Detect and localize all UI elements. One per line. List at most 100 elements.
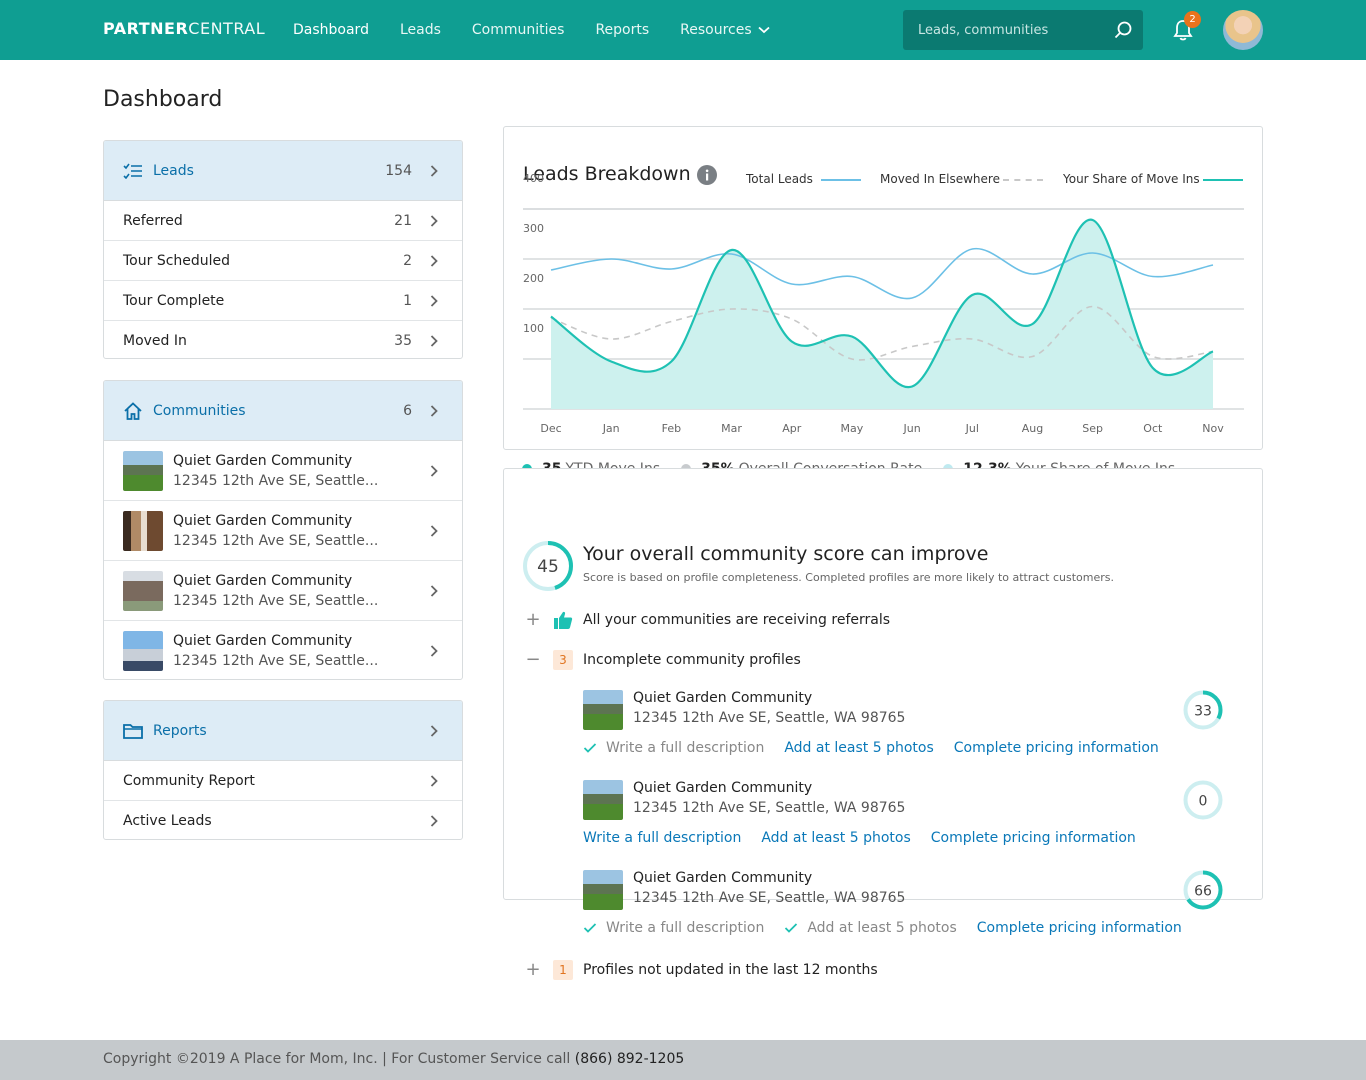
footer: Copyright ©2019 A Place for Mom, Inc. | … (0, 1040, 1366, 1080)
chevron-right-icon (430, 774, 438, 787)
task-link[interactable]: Complete pricing information (977, 920, 1182, 936)
community-photo (583, 780, 623, 820)
overall-score-value: 45 (537, 557, 559, 577)
x-tick-label: Nov (1202, 422, 1224, 435)
search-box (903, 10, 1143, 50)
x-tick-label: Oct (1143, 422, 1163, 435)
nav-resources[interactable]: Resources (680, 22, 770, 38)
score-title: Your overall community score can improve (583, 543, 989, 565)
profile-score-ring: 33 (1183, 690, 1223, 730)
y-tick-label: 300 (523, 222, 544, 235)
leads-row-tour-complete[interactable]: Tour Complete 1 (104, 281, 462, 321)
task-link[interactable]: Complete pricing information (931, 830, 1136, 846)
check-incomplete-profiles: − 3 Incomplete community profiles (522, 649, 800, 670)
leads-breakdown-panel: Leads Breakdown Total Leads Moved In Els… (503, 126, 1263, 450)
nav-links: Dashboard Leads Communities Reports Reso… (293, 0, 801, 60)
leads-row-referred[interactable]: Referred 21 (104, 201, 462, 241)
nav-reports[interactable]: Reports (595, 22, 649, 38)
x-tick-label: Aug (1022, 422, 1043, 435)
community-name: Quiet Garden Community (173, 572, 353, 589)
expand-plus-icon[interactable]: + (522, 609, 544, 630)
x-tick-label: Sep (1082, 422, 1103, 435)
x-tick-label: Dec (540, 422, 561, 435)
chevron-right-icon (430, 404, 438, 417)
community-photo (123, 570, 163, 611)
community-name: Quiet Garden Community (173, 512, 353, 529)
task-link[interactable]: Complete pricing information (954, 740, 1159, 756)
leads-row-moved-in[interactable]: Moved In 35 (104, 321, 462, 358)
community-address: 12345 12th Ave SE, Seattle... (173, 592, 379, 609)
collapse-minus-icon[interactable]: − (522, 649, 544, 670)
profile-score-ring: 66 (1183, 870, 1223, 910)
task-link[interactable]: Add at least 5 photos (784, 740, 933, 756)
community-photo (123, 631, 163, 671)
profile-tasks: Write a full description Add at least 5 … (583, 920, 1202, 936)
community-photo (583, 690, 623, 730)
customer-service-phone[interactable]: (866) 892-1205 (575, 1051, 685, 1067)
task-done: Add at least 5 photos (784, 920, 957, 936)
x-tick-label: Mar (721, 422, 742, 435)
leads-card-header[interactable]: Leads 154 (104, 141, 462, 201)
row-count: 1 (403, 292, 412, 309)
community-item[interactable]: Quiet Garden Community 12345 12th Ave SE,… (104, 441, 462, 501)
home-icon (124, 401, 142, 420)
row-label: Tour Scheduled (123, 252, 231, 269)
community-photo (123, 450, 163, 491)
chevron-right-icon (430, 464, 438, 477)
row-label: Community Report (123, 772, 255, 789)
search-input[interactable] (903, 10, 1103, 50)
nav-dashboard[interactable]: Dashboard (293, 22, 369, 38)
community-photo (123, 510, 163, 551)
profile-score-ring: 0 (1183, 780, 1223, 820)
communities-count: 6 (403, 402, 412, 419)
brand-logo[interactable]: PARTNERCENTRAL (103, 19, 265, 38)
communities-card: Communities 6 Quiet Garden Community 1234… (103, 380, 463, 680)
reports-card-header[interactable]: Reports (104, 701, 462, 761)
row-count: 2 (403, 252, 412, 269)
expand-plus-icon[interactable]: + (522, 959, 544, 980)
nav-leads[interactable]: Leads (400, 22, 441, 38)
leads-count: 154 (385, 162, 412, 179)
reports-card: Reports Community Report Active Leads (103, 700, 463, 840)
search-icon[interactable] (1113, 20, 1133, 40)
community-item[interactable]: Quiet Garden Community 12345 12th Ave SE,… (104, 501, 462, 561)
profile-name: Quiet Garden Community (633, 870, 813, 886)
profile-address: 12345 12th Ave SE, Seattle, WA 98765 (633, 800, 906, 816)
task-link[interactable]: Write a full description (583, 830, 741, 846)
community-name: Quiet Garden Community (173, 452, 353, 469)
profile-name: Quiet Garden Community (633, 780, 813, 796)
profile-tasks: Write a full description Add at least 5 … (583, 830, 1156, 846)
task-link[interactable]: Add at least 5 photos (761, 830, 910, 846)
x-tick-label: Feb (662, 422, 681, 435)
nav-communities[interactable]: Communities (472, 22, 565, 38)
chevron-right-icon (430, 335, 438, 347)
reports-card-title: Reports (153, 722, 207, 739)
check-referrals-label: All your communities are receiving refer… (583, 611, 891, 628)
row-label: Referred (123, 212, 183, 229)
community-item[interactable]: Quiet Garden Community 12345 12th Ave SE,… (104, 561, 462, 621)
not-updated-label: Profiles not updated in the last 12 mont… (583, 961, 878, 978)
row-count: 35 (394, 333, 412, 349)
avatar[interactable] (1223, 10, 1263, 50)
row-count: 21 (394, 212, 412, 229)
chevron-down-icon (758, 26, 770, 34)
folder-icon (123, 723, 143, 739)
report-active-leads[interactable]: Active Leads (104, 801, 462, 839)
leads-card-title: Leads (153, 162, 194, 179)
community-item[interactable]: Quiet Garden Community 12345 12th Ave SE,… (104, 621, 462, 679)
row-label: Moved In (123, 333, 187, 349)
chevron-right-icon (430, 645, 438, 657)
report-community-report[interactable]: Community Report (104, 761, 462, 801)
leads-row-tour-scheduled[interactable]: Tour Scheduled 2 (104, 241, 462, 281)
copyright-text: Copyright ©2019 A Place for Mom, Inc. | … (103, 1051, 575, 1067)
communities-card-header[interactable]: Communities 6 (104, 381, 462, 441)
notification-badge: 2 (1184, 11, 1201, 28)
x-tick-label: Jul (965, 422, 979, 435)
check-icon (583, 923, 597, 933)
profile-score-value: 0 (1199, 794, 1208, 810)
incomplete-profile-item: Quiet Garden Community 12345 12th Ave SE… (583, 780, 1243, 850)
leads-chart: 100 200 300 400 Dec Jan Feb Mar Apr May Jun Jul Aug S… (523, 172, 1244, 435)
checklist-icon (123, 163, 142, 179)
communities-card-title: Communities (153, 402, 246, 419)
community-address: 12345 12th Ave SE, Seattle... (173, 532, 379, 549)
